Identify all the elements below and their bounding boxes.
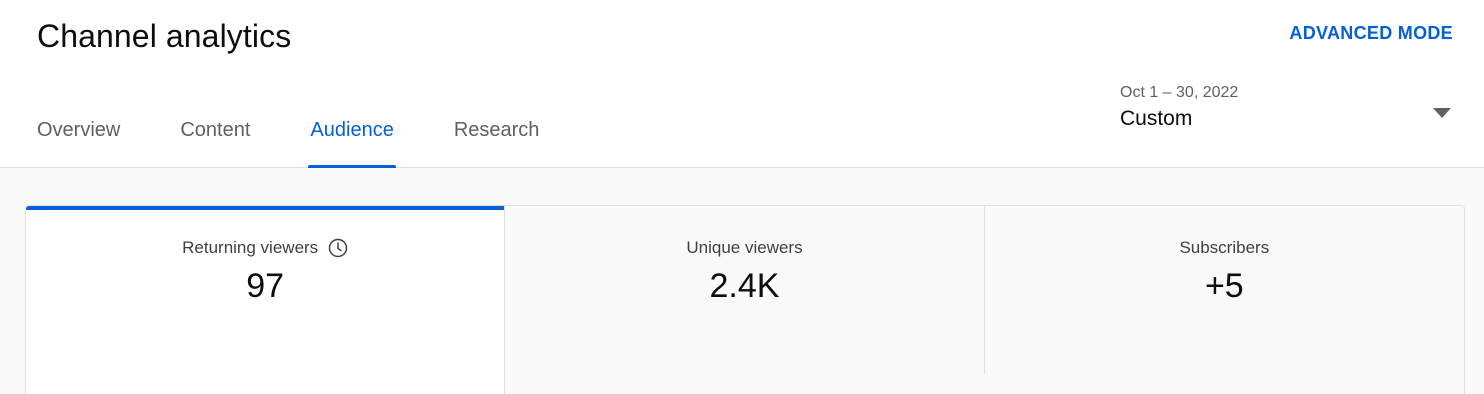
metric-card-subscribers[interactable]: Subscribers +5 [984,206,1464,374]
metric-cards: Returning viewers 97 Unique viewers 2.4K… [25,205,1465,394]
tab-content[interactable]: Content [180,106,250,168]
advanced-mode-button[interactable]: ADVANCED MODE [1289,23,1453,44]
metric-value: 97 [246,267,285,305]
tab-research[interactable]: Research [454,106,540,168]
tab-audience[interactable]: Audience [308,106,397,168]
metric-label-row: Subscribers [985,238,1464,258]
metric-value: +5 [1204,267,1244,305]
metric-card-returning-viewers[interactable]: Returning viewers 97 [26,206,506,394]
metric-label: Returning viewers [182,238,319,257]
caret-down-icon [1433,108,1451,118]
clock-icon[interactable] [328,238,348,258]
metric-label: Subscribers [1179,238,1270,257]
metric-label-row: Unique viewers [505,238,983,258]
date-range-text: Oct 1 – 30, 2022 [1120,84,1239,101]
metric-label-row: Returning viewers [26,238,504,258]
tab-overview[interactable]: Overview [37,106,120,168]
metric-card-unique-viewers[interactable]: Unique viewers 2.4K [505,206,985,374]
metric-value: 2.4K [709,267,780,305]
analytics-header: Channel analytics ADVANCED MODE Overview… [0,0,1484,168]
date-range-label: Custom [1120,107,1193,130]
page-title: Channel analytics [37,18,292,54]
metric-label: Unique viewers [686,238,803,257]
date-range-dropdown[interactable]: Oct 1 – 30, 2022 Custom [1120,84,1456,144]
tab-bar: Overview Content Audience Research [37,106,599,168]
